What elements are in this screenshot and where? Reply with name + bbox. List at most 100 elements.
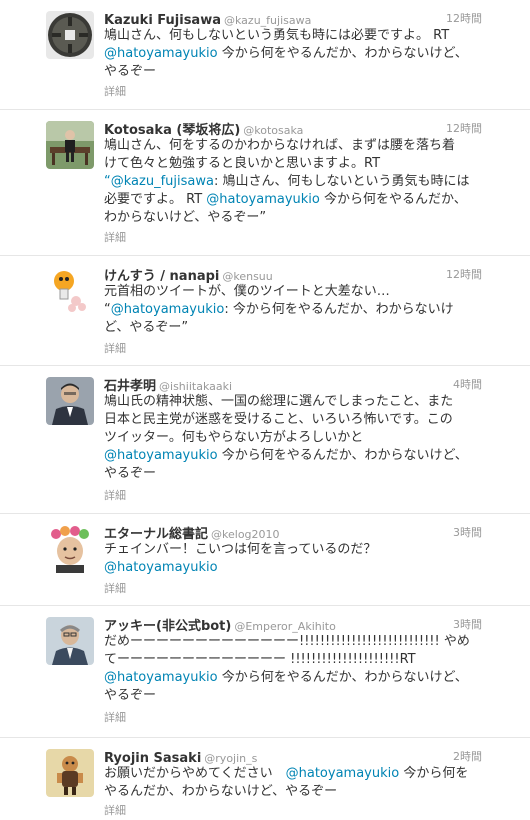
tweet-item[interactable]: Kazuki Fujisawa @kazu_fujisawa 12時間 鳩山さん、… xyxy=(0,0,530,110)
text-segment: 鳩山氏の精神状態、一国の総理に選んでしまったこと、また xyxy=(104,394,454,409)
user-name[interactable]: アッキー(非公式bot) xyxy=(104,619,231,634)
timestamp[interactable]: 12時間 xyxy=(446,10,482,26)
tweet-line: やるんだか、わからないけど、やるぞー xyxy=(104,783,484,801)
text-segment: 鳩山さん、何もしないという勇気も時には必要ですよ。 RT xyxy=(104,28,450,43)
text-segment: 今から何をやるんだか、わからないけど、 xyxy=(217,448,468,463)
text-segment: わからないけど、やるぞー” xyxy=(104,210,267,225)
user-name[interactable]: Kotosaka (琴坂将広) xyxy=(104,123,240,138)
tweet-line: やるぞー xyxy=(104,687,484,705)
avatar[interactable] xyxy=(46,267,94,315)
avatar[interactable] xyxy=(46,525,94,573)
text-segment: やるぞー xyxy=(104,466,157,481)
tweet-item[interactable]: Ryojin Sasaki @ryojin_s 2時間 お願いだからやめてください… xyxy=(0,738,530,820)
tweet-line: やるぞー xyxy=(104,63,484,81)
tweet-line: 日本と民主党が迷惑を受けること、いろいろ怖いです。この xyxy=(104,411,484,429)
text-segment: チェインバー！こいつは何を言っているのだ？ xyxy=(104,542,377,557)
tweet-text: 鳩山氏の精神状態、一国の総理に選んでしまったこと、また 日本と民主党が迷惑を受け… xyxy=(104,393,484,483)
details-link[interactable]: 詳細 xyxy=(104,83,126,99)
text-segment: 元首相のツイートが、僕のツイートと大差ない… xyxy=(104,284,390,299)
text-segment: 日本と民主党が迷惑を受けること、いろいろ怖いです。この xyxy=(104,412,453,427)
mention-link[interactable]: @hatoyamayukio xyxy=(104,560,218,575)
text-segment: 今から何をやるんだか、わからないけど、 xyxy=(217,670,468,685)
user-handle[interactable]: @kotosaka xyxy=(243,124,303,137)
tweet-header: Kazuki Fujisawa @kazu_fujisawa 12時間 xyxy=(104,9,482,28)
user-name[interactable]: 石井孝明 xyxy=(104,379,156,394)
text-segment: “ xyxy=(104,174,111,189)
text-segment: てーーーーーーーーーーーーー !!!!!!!!!!!!!!!!!!!!!RT xyxy=(104,652,416,667)
tweet-text: お願いだからやめてください @hatoyamayukio 今から何を やるんだか… xyxy=(104,765,484,801)
tweet-line: 元首相のツイートが、僕のツイートと大差ない… xyxy=(104,283,484,301)
tweet-line: @hatoyamayukio 今から何をやるんだか、わからないけど、 xyxy=(104,45,484,63)
text-segment: 鳩山さん、何をするのかわからなければ、まずは腰を落ち着 xyxy=(104,138,456,153)
mention-link[interactable]: @kazu_fujisawa xyxy=(111,174,214,189)
tweet-line: 鳩山氏の精神状態、一国の総理に選んでしまったこと、また xyxy=(104,393,484,411)
tweet-line: チェインバー！こいつは何を言っているのだ？ xyxy=(104,541,484,559)
mention-link[interactable]: @hatoyamayukio xyxy=(104,448,218,463)
tweet-header: アッキー(非公式bot) @Emperor_Akihito 3時間 xyxy=(104,615,482,634)
user-handle[interactable]: @kelog2010 xyxy=(211,528,280,541)
tweet-line: お願いだからやめてください @hatoyamayukio 今から何を xyxy=(104,765,484,783)
text-segment: 今から何を xyxy=(399,766,469,781)
tweet-line: @hatoyamayukio 今から何をやるんだか、わからないけど、 xyxy=(104,669,484,687)
mention-link[interactable]: @hatoyamayukio xyxy=(206,192,320,207)
user-handle[interactable]: @Emperor_Akihito xyxy=(234,620,335,633)
avatar[interactable] xyxy=(46,617,94,665)
timestamp[interactable]: 2時間 xyxy=(453,748,482,764)
timestamp[interactable]: 3時間 xyxy=(453,524,482,540)
avatar[interactable] xyxy=(46,377,94,425)
mention-link[interactable]: @hatoyamayukio xyxy=(286,766,400,781)
user-name[interactable]: Kazuki Fujisawa xyxy=(104,13,221,28)
user-handle[interactable]: @kensuu xyxy=(222,270,272,283)
timestamp[interactable]: 3時間 xyxy=(453,616,482,632)
tweet-line: @hatoyamayukio 今から何をやるんだか、わからないけど、 xyxy=(104,447,484,465)
details-link[interactable]: 詳細 xyxy=(104,802,126,818)
text-segment: やるぞー xyxy=(104,688,157,703)
details-link[interactable]: 詳細 xyxy=(104,709,126,725)
timestamp[interactable]: 12時間 xyxy=(446,120,482,136)
tweet-text: だめーーーーーーーーーーーーー!!!!!!!!!!!!!!!!!!!!!!!!!… xyxy=(104,633,484,705)
tweet-item[interactable]: けんすう / nanapi @kensuu 12時間 元首相のツイートが、僕のツイ… xyxy=(0,256,530,366)
tweet-line: だめーーーーーーーーーーーーー!!!!!!!!!!!!!!!!!!!!!!!!!… xyxy=(104,633,484,651)
rocket-mascot-icon xyxy=(46,267,94,315)
avatar[interactable] xyxy=(46,749,94,797)
tweet-item[interactable]: アッキー(非公式bot) @Emperor_Akihito 3時間 だめーーーーー… xyxy=(0,606,530,738)
mention-link[interactable]: @hatoyamayukio xyxy=(111,302,225,317)
details-link[interactable]: 詳細 xyxy=(104,229,126,245)
user-name[interactable]: エターナル総書記 xyxy=(104,527,208,542)
tweet-item[interactable]: 石井孝明 @ishiitakaaki 4時間 鳩山氏の精神状態、一国の総理に選んで… xyxy=(0,366,530,514)
text-segment: だめーーーーーーーーーーーーー!!!!!!!!!!!!!!!!!!!!!!!!!… xyxy=(104,634,470,649)
mention-link[interactable]: @hatoyamayukio xyxy=(104,670,218,685)
user-name[interactable]: けんすう / nanapi xyxy=(104,269,219,284)
text-segment: : 今から何をやるんだか、わからないけ xyxy=(224,302,454,317)
avatar[interactable] xyxy=(46,11,94,59)
tweet-item[interactable]: エターナル総書記 @kelog2010 3時間 チェインバー！こいつは何を言ってい… xyxy=(0,514,530,606)
user-handle[interactable]: @ishiitakaaki xyxy=(159,380,232,393)
timestamp[interactable]: 12時間 xyxy=(446,266,482,282)
details-link[interactable]: 詳細 xyxy=(104,340,126,356)
tweet-header: けんすう / nanapi @kensuu 12時間 xyxy=(104,265,482,284)
details-link[interactable]: 詳細 xyxy=(104,487,126,503)
tweet-line: わからないけど、やるぞー” xyxy=(104,209,484,227)
text-segment: 必要ですよ。 RT xyxy=(104,192,207,207)
user-handle[interactable]: @ryojin_s xyxy=(204,752,257,765)
elderly-man-photo xyxy=(46,617,94,665)
tweet-text: 鳩山さん、何もしないという勇気も時には必要ですよ。 RT @hatoyamayu… xyxy=(104,27,484,81)
tweet-header: エターナル総書記 @kelog2010 3時間 xyxy=(104,523,482,542)
tweet-item[interactable]: Kotosaka (琴坂将広) @kotosaka 12時間 鳩山さん、何をするの… xyxy=(0,110,530,256)
text-segment: やるんだか、わからないけど、やるぞー xyxy=(104,784,338,799)
flower-crown-portrait xyxy=(46,525,94,573)
tweet-line: 必要ですよ。 RT @hatoyamayukio 今から何をやるんだか、 xyxy=(104,191,484,209)
user-name[interactable]: Ryojin Sasaki xyxy=(104,751,201,766)
text-segment: けて色々と勉強すると良いかと思いますよ。RT xyxy=(104,156,381,171)
tweet-timeline: Kazuki Fujisawa @kazu_fujisawa 12時間 鳩山さん、… xyxy=(0,0,530,820)
mention-link[interactable]: @hatoyamayukio xyxy=(104,46,218,61)
coin-icon xyxy=(46,11,94,59)
tweet-header: Kotosaka (琴坂将広) @kotosaka 12時間 xyxy=(104,119,482,138)
text-segment: : 鳩山さん、何もしないという勇気も時には xyxy=(213,174,470,189)
user-handle[interactable]: @kazu_fujisawa xyxy=(224,14,311,27)
timestamp[interactable]: 4時間 xyxy=(453,376,482,392)
details-link[interactable]: 詳細 xyxy=(104,580,126,596)
tweet-line: 鳩山さん、何もしないという勇気も時には必要ですよ。 RT xyxy=(104,27,484,45)
man-in-suit-photo xyxy=(46,377,94,425)
avatar[interactable] xyxy=(46,121,94,169)
